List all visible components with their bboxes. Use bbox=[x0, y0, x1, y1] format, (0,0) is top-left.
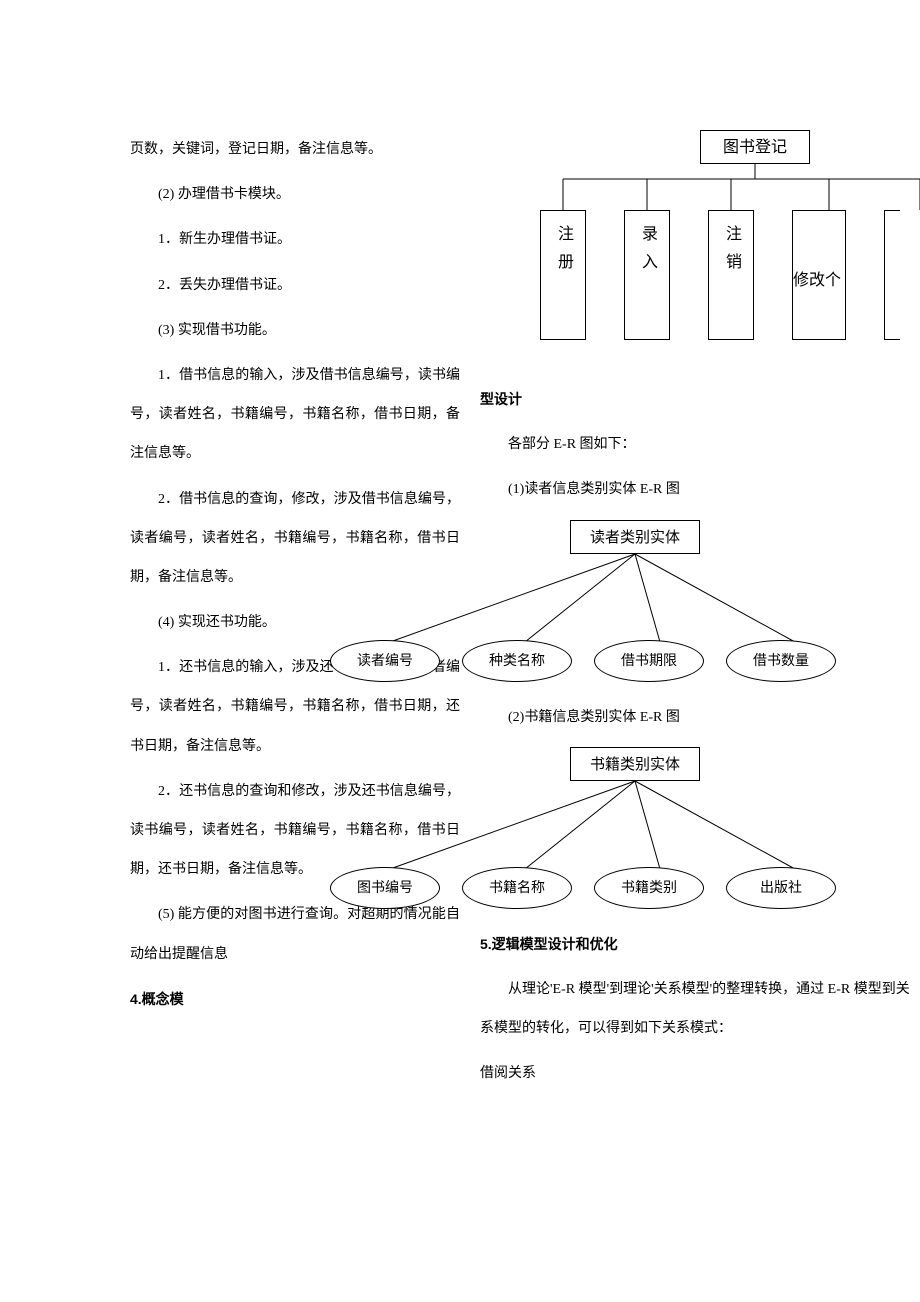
er-diagram-book: 书籍类别实体 图书编号 书籍名称 书籍类别 出版社 bbox=[480, 747, 910, 907]
paragraph: 借阅关系 bbox=[480, 1054, 910, 1093]
org-child-box: 录入 bbox=[624, 210, 670, 340]
section-heading: 4.概念模 bbox=[130, 980, 460, 1019]
er-attributes-row: 读者编号 种类名称 借书期限 借书数量 bbox=[330, 640, 836, 682]
paragraph: 1．借书信息的输入，涉及借书信息编号，读书编号，读者姓名，书籍编号，书籍名称，借… bbox=[130, 356, 460, 474]
org-children-row: 注册 录入 注销 修改个 bbox=[540, 210, 900, 340]
paragraph: 1．新生办理借书证。 bbox=[130, 220, 460, 259]
paragraph: 页数，关键词，登记日期，备注信息等。 bbox=[130, 130, 460, 169]
er-attribute-oval: 图书编号 bbox=[330, 867, 440, 909]
paragraph: (1)读者信息类别实体 E-R 图 bbox=[480, 470, 910, 509]
er-diagram-reader: 读者类别实体 读者编号 种类名称 借书期限 借书数量 bbox=[480, 520, 910, 680]
er-attribute-oval: 出版社 bbox=[726, 867, 836, 909]
paragraph: (2) 办理借书卡模块。 bbox=[130, 175, 460, 214]
section-heading-continued: 型设计 bbox=[480, 380, 910, 419]
right-text-column: 型设计 各部分 E-R 图如下： (1)读者信息类别实体 E-R 图 读者类别实… bbox=[480, 380, 910, 1100]
section-heading: 5.逻辑模型设计和优化 bbox=[480, 925, 910, 964]
er-attributes-row: 图书编号 书籍名称 书籍类别 出版社 bbox=[330, 867, 836, 909]
org-child-box-partial bbox=[884, 210, 900, 340]
paragraph: 各部分 E-R 图如下： bbox=[480, 425, 910, 464]
er-attribute-oval: 读者编号 bbox=[330, 640, 440, 682]
er-entity-box: 读者类别实体 bbox=[570, 520, 700, 554]
paragraph: (3) 实现借书功能。 bbox=[130, 311, 460, 350]
org-child-box: 修改个 bbox=[792, 210, 846, 340]
paragraph: 从理论'E-R 模型'到理论'关系模型'的整理转换，通过 E-R 模型到关系模型… bbox=[480, 970, 910, 1048]
er-attribute-oval: 种类名称 bbox=[462, 640, 572, 682]
org-child-box: 注销 bbox=[708, 210, 754, 340]
er-entity-box: 书籍类别实体 bbox=[570, 747, 700, 781]
paragraph: 2．丢失办理借书证。 bbox=[130, 266, 460, 305]
paragraph: (2)书籍信息类别实体 E-R 图 bbox=[480, 698, 910, 737]
er-attribute-oval: 书籍类别 bbox=[594, 867, 704, 909]
er-attribute-oval: 借书期限 bbox=[594, 640, 704, 682]
org-root-box: 图书登记 bbox=[700, 130, 810, 164]
er-attribute-oval: 书籍名称 bbox=[462, 867, 572, 909]
org-child-box: 注册 bbox=[540, 210, 586, 340]
er-attribute-oval: 借书数量 bbox=[726, 640, 836, 682]
